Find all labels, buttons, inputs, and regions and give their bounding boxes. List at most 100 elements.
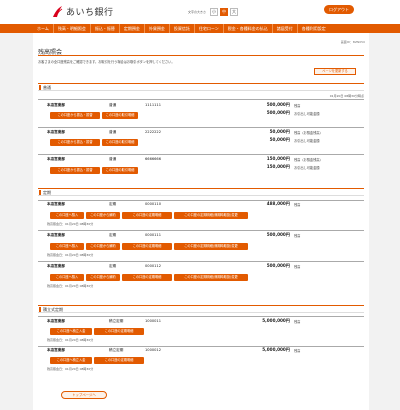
back-to-top-button[interactable]: トップページへ	[61, 391, 107, 399]
balance-label: 残高（お預金残高）	[294, 131, 323, 135]
nav-balance[interactable]: 残高・明細照会	[54, 24, 91, 33]
cancel-from-account-button[interactable]: この口座から解約	[86, 212, 120, 219]
maturity-handling-change-button[interactable]: この口座の定期明細(満期時取扱)変更	[174, 243, 248, 250]
balance-amount: 488,000円	[266, 201, 290, 206]
time-deposit-detail-button[interactable]: この口座の定期明細	[122, 274, 172, 281]
nav-housing-loan[interactable]: 住宅ローン	[195, 24, 224, 33]
nav-transfer[interactable]: 振込・振替	[91, 24, 120, 33]
account-number: 0000112	[145, 264, 162, 268]
account-type: 普通	[109, 130, 117, 134]
deposit-to-account-button[interactable]: この口座へ預入	[50, 274, 84, 281]
branch-name: 本店営業部	[47, 348, 65, 352]
balance-amount: 500,000円	[266, 263, 290, 268]
bank-logo[interactable]: あいち銀行	[52, 5, 114, 18]
account-number: 1000012	[145, 348, 162, 352]
nav-foreign-deposit[interactable]: 外貨預金	[145, 24, 170, 33]
balance-label: 残高	[294, 265, 301, 269]
cancel-from-account-button[interactable]: この口座から解約	[86, 274, 120, 281]
balance-amount: 5,000,000円	[262, 347, 290, 352]
inquiry-date-note: 残高照会日：01月20日 08時30分	[47, 338, 94, 342]
section-heading-teiki: 定期	[38, 188, 364, 196]
account-divider	[38, 346, 364, 347]
available-amount: 500,000円	[266, 110, 290, 115]
branch-name: 本店営業部	[47, 103, 65, 107]
balance-amount: 500,000円	[266, 102, 290, 107]
title-divider	[38, 55, 364, 56]
account-history-button[interactable]: この口座の取引明細	[102, 112, 138, 119]
account-divider	[38, 316, 364, 317]
available-label: お引出し可能金額	[294, 166, 320, 170]
branch-name: 本店営業部	[47, 319, 65, 323]
font-size-medium-button[interactable]: 中	[220, 8, 229, 16]
refresh-button[interactable]: ページを更新する	[314, 68, 356, 75]
deposit-to-account-button[interactable]: この口座へ預入	[50, 243, 84, 250]
balance-label: 残高	[294, 320, 301, 324]
section-heading-tsumitate: 積立式定期	[38, 305, 364, 313]
section-heading-futsu: 普通	[38, 83, 364, 91]
account-history-button[interactable]: この口座の取引明細	[102, 167, 138, 174]
balance-label: 残高（お預金残高）	[294, 158, 323, 162]
bank-name: あいち銀行	[66, 8, 114, 18]
cancel-from-account-button[interactable]: この口座から解約	[86, 243, 120, 250]
font-size-small-button[interactable]: 小	[210, 8, 219, 16]
inquiry-date-note: 残高照会日：01月20日 08時30分	[47, 253, 94, 257]
installment-deposit-button[interactable]: この口座へ積立入金	[50, 357, 92, 364]
font-size-large-button[interactable]: 大	[230, 8, 239, 16]
account-type: 定期	[109, 202, 117, 206]
transfer-from-account-button[interactable]: この口座から振込・振替	[50, 139, 100, 146]
account-history-button[interactable]: この口座の取引明細	[102, 139, 138, 146]
installment-deposit-button[interactable]: この口座へ積立入金	[50, 328, 92, 335]
transfer-from-account-button[interactable]: この口座から振込・振替	[50, 112, 100, 119]
balance-label: 残高	[294, 234, 301, 238]
nav-home[interactable]: ホーム	[33, 24, 54, 33]
nav-settings[interactable]: 各種利用設定	[298, 24, 330, 33]
inquiry-date-note: 残高照会日：01月20日 08時30分	[47, 367, 94, 371]
inquiry-date-note: 残高照会日：01月20日 08時30分	[47, 284, 94, 288]
account-divider	[38, 99, 364, 100]
time-deposit-detail-button[interactable]: この口座の定期明細	[94, 328, 144, 335]
account-divider	[38, 230, 364, 231]
intro-text: お客さまの全口座残高をご確認できます。お取引を行う場合はお取引ボタンを押してくだ…	[38, 60, 175, 64]
account-number: 2222222	[145, 130, 162, 134]
balance-amount: 150,000円	[266, 156, 290, 161]
account-divider	[38, 200, 364, 201]
time-deposit-detail-button[interactable]: この口座の定期明細	[122, 212, 172, 219]
balance-amount: 5,000,000円	[262, 318, 290, 323]
branch-name: 本店営業部	[47, 264, 65, 268]
branch-name: 本店営業部	[47, 202, 65, 206]
nav-notifications[interactable]: 諸届受付	[273, 24, 298, 33]
site-header: あいち銀行 文字の大きさ 小 中 大 ログアウト	[0, 0, 400, 24]
available-label: お引出し可能金額	[294, 112, 320, 116]
available-amount: 50,000円	[269, 137, 290, 142]
account-number: 6666666	[145, 157, 162, 161]
global-nav: ホーム 残高・明細照会 振込・振替 定期預金 外貨預金 投資信託 住宅ローン 税…	[0, 24, 400, 33]
account-type: 定期	[109, 233, 117, 237]
font-size-label: 文字の大きさ	[188, 10, 207, 14]
main-content: 画面ID：BZN050 残高照会 お客さまの全口座残高をご確認できます。お取引を…	[33, 33, 369, 410]
transfer-from-account-button[interactable]: この口座から振込・振替	[50, 167, 100, 174]
nav-investment-trust[interactable]: 投資信託	[170, 24, 195, 33]
nav-time-deposit[interactable]: 定期預金	[120, 24, 145, 33]
account-number: 0000111	[145, 233, 162, 237]
branch-name: 本店営業部	[47, 233, 65, 237]
balance-amount: 50,000円	[269, 129, 290, 134]
maturity-handling-change-button[interactable]: この口座の定期明細(満期時取扱)変更	[174, 212, 248, 219]
bank-logo-mark-icon	[52, 5, 63, 18]
account-type: 普通	[109, 157, 117, 161]
available-amount: 150,000円	[266, 164, 290, 169]
account-divider	[38, 261, 364, 262]
inquiry-date-note: 残高照会日：01月20日 08時30分	[47, 222, 94, 226]
logout-button[interactable]: ログアウト	[324, 5, 354, 14]
account-divider	[38, 154, 364, 155]
balance-label: 残高	[294, 203, 301, 207]
maturity-handling-change-button[interactable]: この口座の定期明細(満期時取扱)変更	[174, 274, 248, 281]
font-size-switcher: 文字の大きさ 小 中 大	[188, 8, 239, 16]
account-number: 0000110	[145, 202, 162, 206]
nav-tax-payment[interactable]: 税金・各種料金の払込	[224, 24, 273, 33]
balance-amount: 500,000円	[266, 232, 290, 237]
account-type: 定期	[109, 264, 117, 268]
time-deposit-detail-button[interactable]: この口座の定期明細	[94, 357, 144, 364]
deposit-to-account-button[interactable]: この口座へ預入	[50, 212, 84, 219]
balance-timestamp: 01月20日 08時30分時点	[329, 94, 364, 98]
time-deposit-detail-button[interactable]: この口座の定期明細	[122, 243, 172, 250]
